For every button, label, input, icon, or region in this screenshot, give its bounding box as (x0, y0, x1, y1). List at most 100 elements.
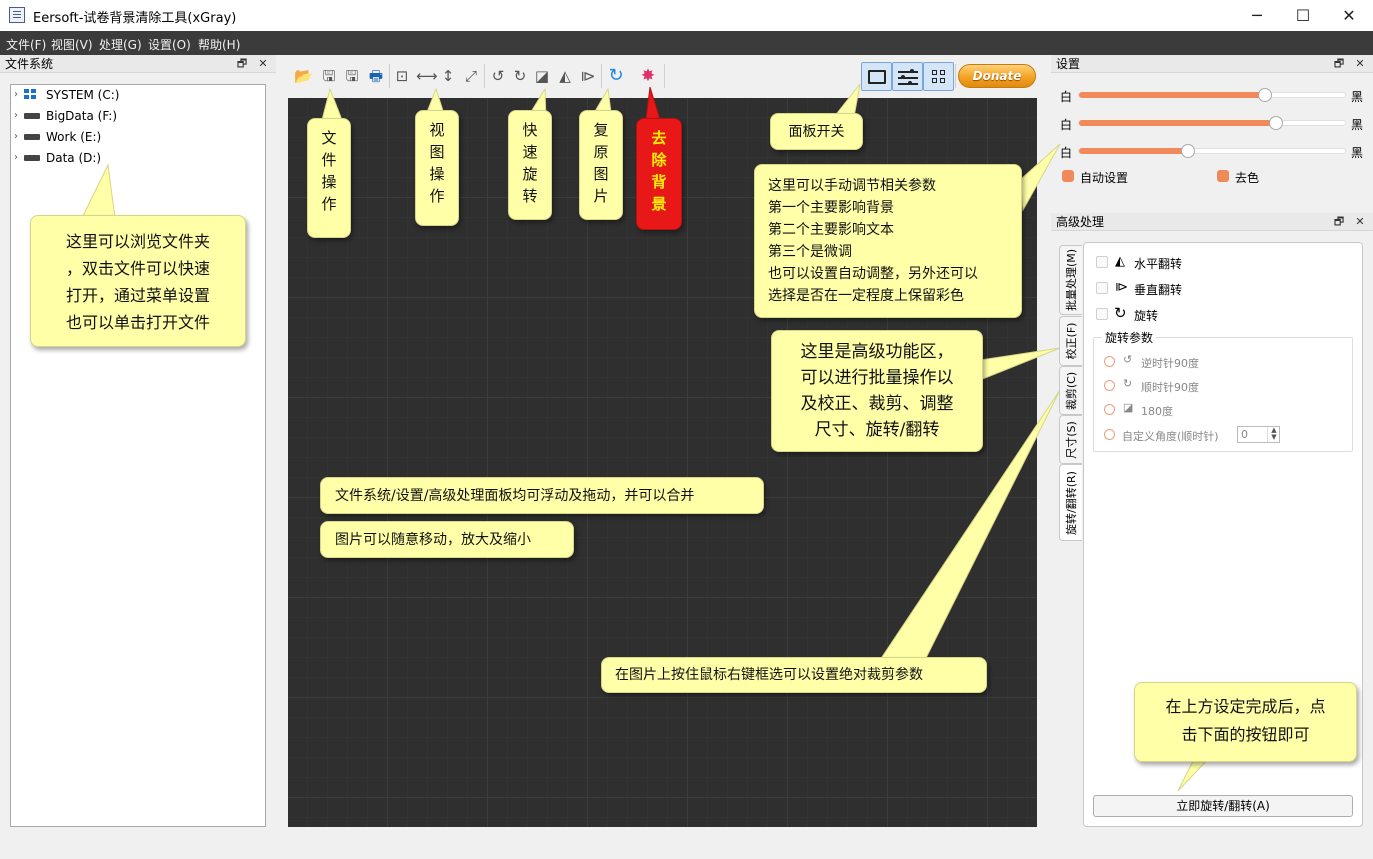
menu-process[interactable]: 处理(G) (99, 36, 142, 53)
close-icon[interactable]: ✕ (1353, 57, 1367, 71)
drive-icon (24, 155, 40, 161)
flip-horizontal-icon[interactable]: ◭ (556, 67, 574, 85)
callout-line: 选择是否在一定程度上保留彩色 (768, 288, 964, 304)
expand-arrow-icon[interactable]: › (12, 128, 20, 146)
callout-view-ops: 视图操作 (415, 110, 459, 226)
fit-height-icon[interactable]: ↕ (439, 67, 457, 85)
flip-vertical-checkbox[interactable] (1096, 282, 1108, 294)
callout-pointer (879, 389, 1061, 661)
settings-panel-header: 设置 (1051, 55, 1373, 73)
fit-icon[interactable]: ⊡ (393, 67, 411, 85)
callout-panel-switch: 面板开关 (770, 113, 863, 150)
expand-arrow-icon[interactable]: › (12, 86, 20, 104)
tab-batch[interactable]: 批量处理(M) (1059, 245, 1082, 315)
callout-restore-image: 复原图片 (579, 110, 623, 220)
ccw90-radio[interactable] (1104, 356, 1115, 367)
drive-icon (24, 134, 40, 140)
expand-arrow-icon[interactable]: › (12, 107, 20, 125)
auto-setting-checkbox[interactable] (1062, 170, 1074, 182)
tab-label: 校正(F) (1065, 322, 1078, 360)
flip-vertical-label: 垂直翻转 (1134, 283, 1183, 297)
callout-text: 文件操作 (321, 129, 337, 213)
float-icon[interactable]: 🗗 (1332, 215, 1346, 229)
slider-handle[interactable] (1258, 88, 1273, 102)
expand-arrow-icon[interactable]: › (12, 149, 20, 167)
black-label: 黑 (1351, 146, 1364, 160)
callout-text: 复原图片 (593, 121, 609, 205)
menu-file[interactable]: 文件(F) (6, 36, 46, 53)
close-icon[interactable]: ✕ (256, 57, 270, 71)
magic-wand-icon[interactable]: ✸ (639, 67, 657, 85)
tab-label: 批量处理(M) (1065, 248, 1078, 312)
float-icon[interactable]: 🗗 (1332, 57, 1346, 71)
auto-setting-label: 自动设置 (1080, 171, 1129, 185)
tab-crop[interactable]: 裁剪(C) (1059, 366, 1082, 415)
text-slider[interactable] (1078, 116, 1346, 130)
open-folder-icon[interactable]: 📂 (294, 67, 313, 85)
flip-vertical-icon[interactable]: ⧐ (579, 67, 597, 85)
decolor-label: 去色 (1235, 171, 1260, 185)
apply-rotate-button[interactable]: 立即旋转/翻转(A) (1093, 795, 1353, 817)
callout-line: 击下面的按钮即可 (1181, 725, 1310, 744)
rotate-180-icon: ◪ (1123, 401, 1134, 414)
callout-text: 快速旋转 (522, 121, 538, 205)
toolbar-separator (955, 64, 956, 88)
restore-icon[interactable]: ↻ (607, 67, 625, 85)
drive-icon (24, 113, 40, 119)
donate-button[interactable]: Donate (958, 64, 1036, 88)
save-as-icon[interactable]: 🖫 (343, 67, 361, 85)
maximize-button[interactable]: ☐ (1280, 0, 1326, 31)
close-icon[interactable]: ✕ (1353, 215, 1367, 229)
print-icon[interactable]: 🖶 (367, 67, 385, 85)
float-icon[interactable]: 🗗 (235, 57, 249, 71)
spin-arrows-icon[interactable]: ▲ ▼ (1267, 427, 1280, 442)
tab-size[interactable]: 尺寸(S) (1059, 415, 1082, 464)
tree-item-label: Work (E:) (46, 130, 102, 144)
rotate-left-icon[interactable]: ↺ (489, 67, 507, 85)
rotate-checkbox[interactable] (1096, 308, 1108, 320)
flip-horizontal-checkbox[interactable] (1096, 256, 1108, 268)
r180-radio[interactable] (1104, 404, 1115, 415)
save-icon[interactable]: 🖫 (320, 67, 338, 85)
rotate-180-icon[interactable]: ◪ (533, 67, 551, 85)
white-label: 白 (1060, 90, 1073, 104)
rotate-right-icon[interactable]: ↻ (511, 67, 529, 85)
callout-browse-folder: 这里可以浏览文件夹 ，双击文件可以快速 打开，通过菜单设置 也可以单击打开文件 (30, 215, 246, 347)
settings-panel-title: 设置 (1056, 57, 1081, 71)
callout-line: 第二个主要影响文本 (768, 222, 894, 238)
flip-vertical-icon: ⧐ (1115, 280, 1128, 295)
menu-view[interactable]: 视图(V) (51, 36, 93, 53)
fit-width-icon[interactable]: ⟷ (416, 67, 438, 85)
tab-rotate-flip[interactable]: 旋转/翻转(R) (1059, 464, 1082, 541)
background-slider[interactable] (1078, 88, 1346, 102)
callout-quick-rotate: 快速旋转 (508, 110, 552, 220)
rotate-icon: ↻ (1114, 304, 1127, 322)
fine-tune-slider[interactable] (1078, 144, 1346, 158)
toggle-settings-panel[interactable] (892, 62, 923, 91)
flip-horizontal-label: 水平翻转 (1134, 257, 1183, 271)
callout-line: 打开，通过菜单设置 (65, 286, 210, 305)
close-button[interactable]: ✕ (1326, 0, 1372, 31)
rotate-params-title: 旋转参数 (1102, 329, 1157, 346)
callout-crop-hint: 在图片上按住鼠标右键框选可以设置绝对裁剪参数 (601, 657, 987, 693)
callout-apply-hint: 在上方设定完成后，点 击下面的按钮即可 (1134, 682, 1357, 762)
file-tree[interactable] (10, 84, 266, 827)
r180-label: 180度 (1141, 405, 1173, 418)
callout-move-zoom: 图片可以随意移动，放大及缩小 (320, 521, 574, 558)
custom-angle-spinbox[interactable]: 0 ▲ ▼ (1237, 426, 1280, 443)
decolor-checkbox[interactable] (1217, 170, 1229, 182)
cw90-radio[interactable] (1104, 380, 1115, 391)
windows-drive-icon (24, 89, 37, 100)
toggle-advanced-panel[interactable] (923, 62, 954, 91)
minimize-button[interactable]: ─ (1234, 0, 1280, 31)
custom-angle-radio[interactable] (1104, 429, 1115, 440)
callout-pointer (979, 347, 1061, 381)
slider-handle[interactable] (1181, 144, 1196, 158)
menu-help[interactable]: 帮助(H) (198, 36, 240, 53)
tab-correct[interactable]: 校正(F) (1059, 316, 1082, 366)
slider-handle[interactable] (1268, 116, 1283, 130)
tab-label: 尺寸(S) (1065, 420, 1078, 459)
menu-settings[interactable]: 设置(O) (148, 36, 191, 53)
fullscreen-icon[interactable]: ⤢ (462, 67, 480, 85)
callout-text: 去除背景 (651, 129, 667, 213)
